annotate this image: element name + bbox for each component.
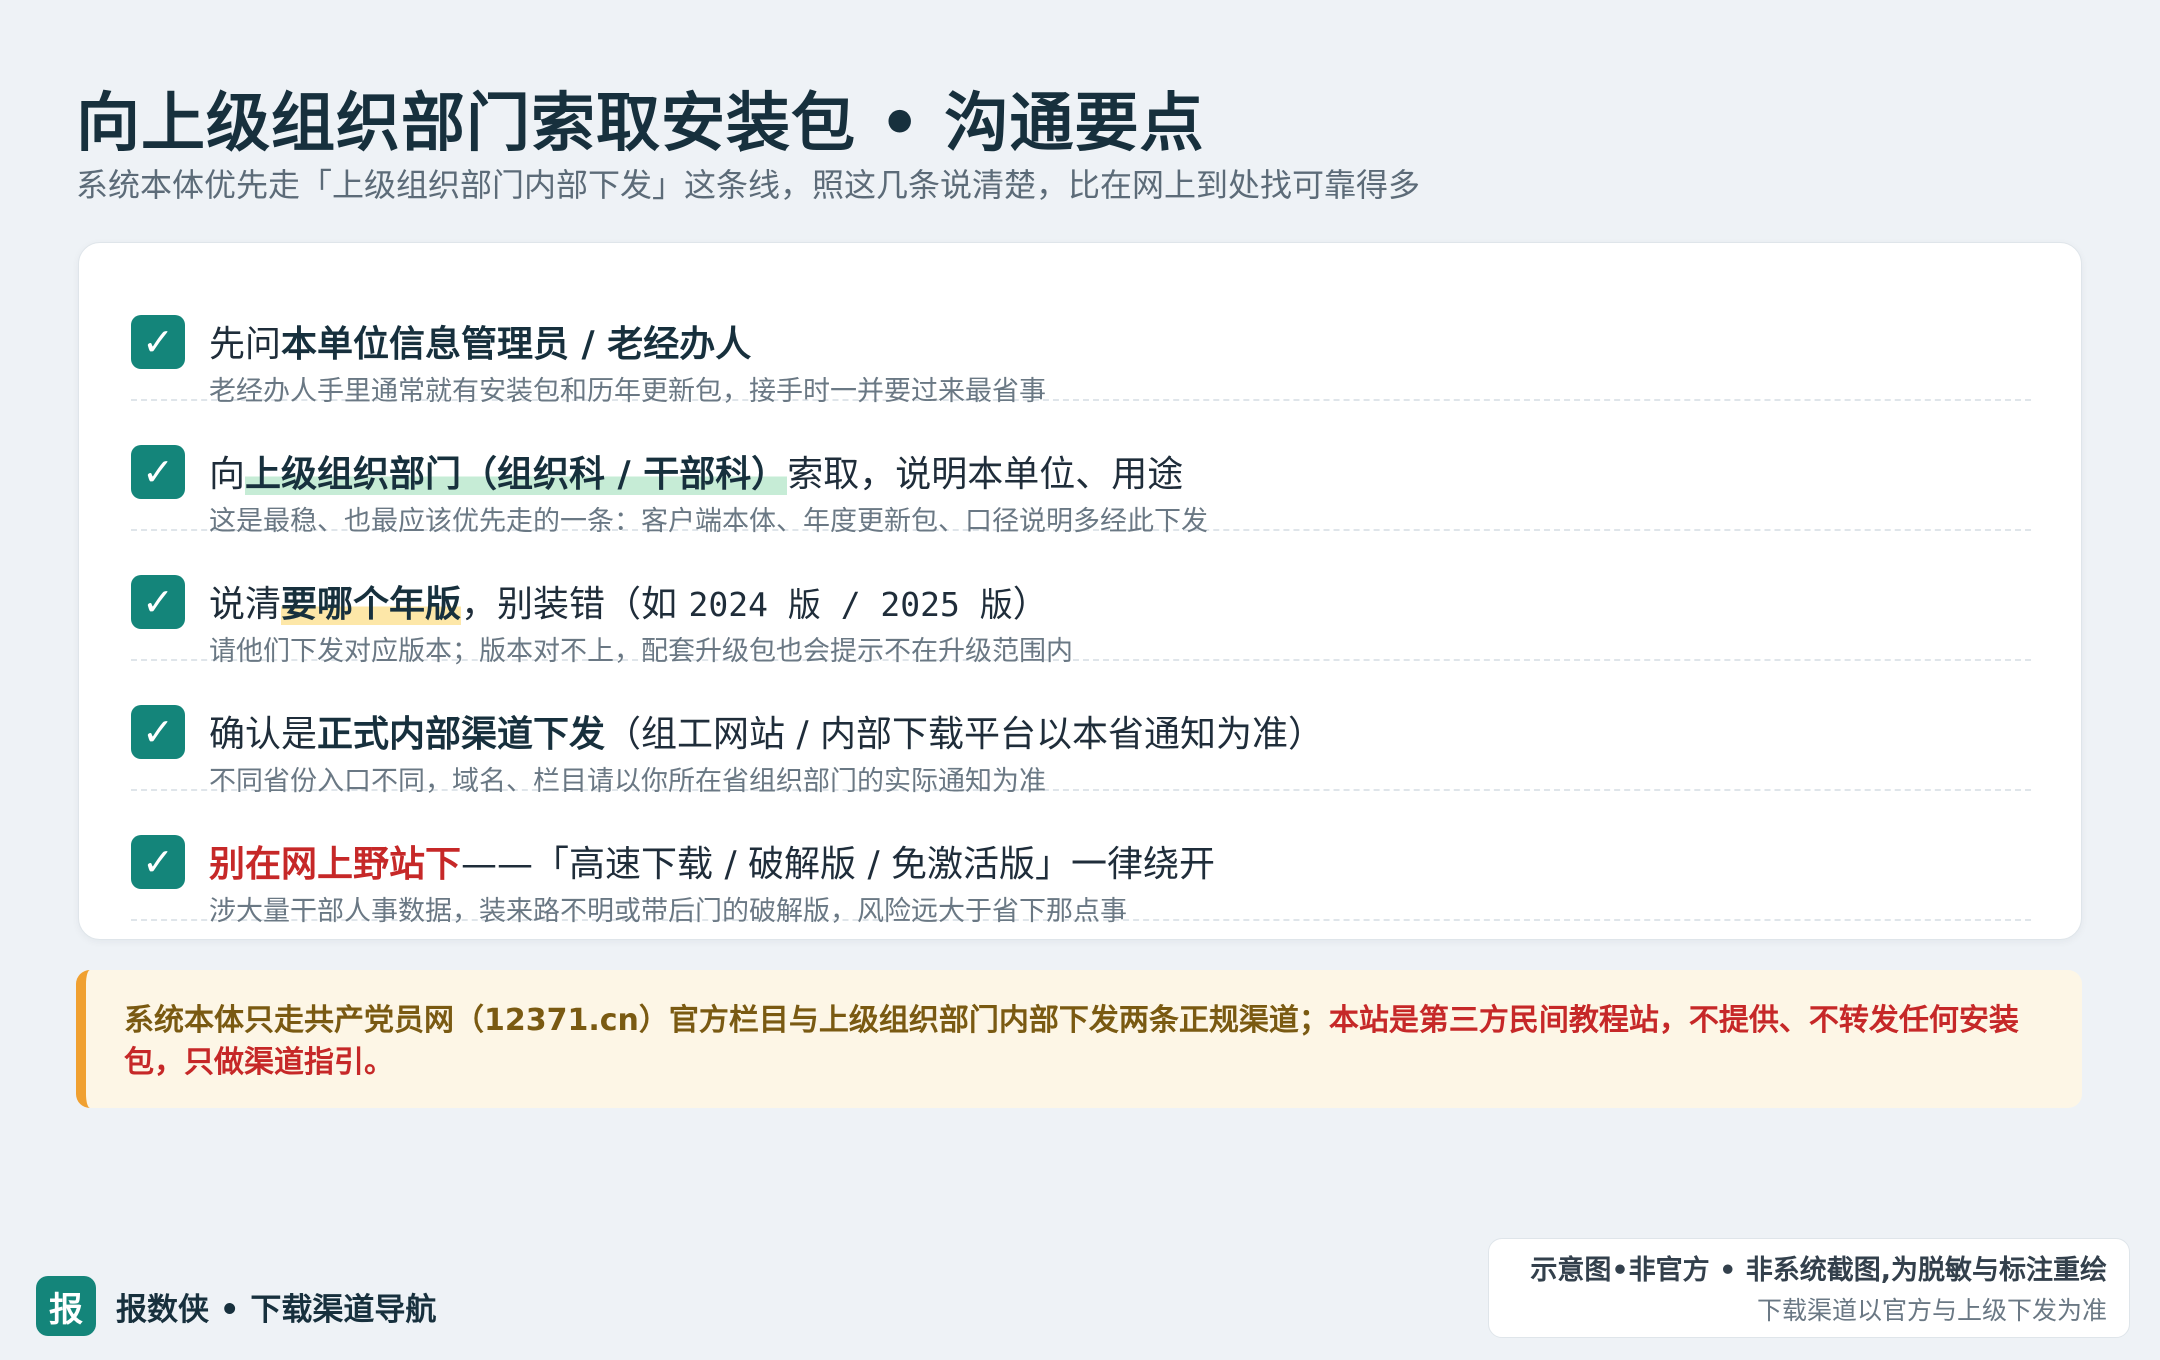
checklist-item: ✓ 先问本单位信息管理员 / 老经办人 老经办人手里通常就有安装包和历年更新包，…: [131, 271, 2031, 407]
disclaimer-main: 示意图•非官方 • 非系统截图,为脱敏与标注重绘: [1530, 1255, 2107, 1286]
warning-emphasis: 别在网上野站下: [209, 844, 462, 885]
brand-logo: 报 报数侠 • 下载渠道导航: [36, 1276, 436, 1336]
disclaimer-box: 示意图•非官方 • 非系统截图,为脱敏与标注重绘 下载渠道以官方与上级下发为准: [1488, 1238, 2130, 1338]
version-example: 2024 版 / 2025 版: [688, 585, 1013, 624]
item-title: 说清要哪个年版，别装错（如 2024 版 / 2025 版）: [209, 584, 1049, 625]
brand-name: 报数侠 • 下载渠道导航: [116, 1291, 437, 1328]
checkmark-icon: ✓: [131, 705, 185, 759]
item-title-emphasis: 本单位信息管理员 / 老经办人: [281, 324, 752, 365]
item-title: 确认是正式内部渠道下发（组工网站 / 内部下载平台以本省通知为准）: [209, 714, 1325, 755]
checklist-card: ✓ 先问本单位信息管理员 / 老经办人 老经办人手里通常就有安装包和历年更新包，…: [78, 242, 2082, 940]
item-title: 向上级组织部门（组织科 / 干部科）索取，说明本单位、用途: [209, 454, 1184, 495]
disclaimer-sub: 下载渠道以官方与上级下发为准: [1756, 1296, 2107, 1325]
page-title: 向上级组织部门索取安装包 • 沟通要点: [76, 87, 1205, 161]
notice-banner: 系统本体只走共产党员网（12371.cn）官方栏目与上级组织部门内部下发两条正规…: [76, 970, 2082, 1108]
checklist-item: ✓ 确认是正式内部渠道下发（组工网站 / 内部下载平台以本省通知为准） 不同省份…: [131, 661, 2031, 797]
item-title-emphasis: 要哪个年版: [281, 584, 462, 625]
page-subtitle: 系统本体优先走「上级组织部门内部下发」这条线，照这几条说清楚，比在网上到处找可靠…: [76, 166, 1421, 204]
item-title: 先问本单位信息管理员 / 老经办人: [209, 324, 752, 365]
item-title: 别在网上野站下——「高速下载 / 破解版 / 免激活版」一律绕开: [209, 844, 1216, 885]
checkmark-icon: ✓: [131, 315, 185, 369]
checkmark-icon: ✓: [131, 575, 185, 629]
checklist-item: ✓ 别在网上野站下——「高速下载 / 破解版 / 免激活版」一律绕开 涉大量干部…: [131, 791, 2031, 927]
checkmark-icon: ✓: [131, 835, 185, 889]
checkmark-icon: ✓: [131, 445, 185, 499]
item-title-emphasis: 正式内部渠道下发: [317, 714, 606, 755]
checklist-item: ✓ 向上级组织部门（组织科 / 干部科）索取，说明本单位、用途 这是最稳、也最应…: [131, 401, 2031, 537]
item-description: 涉大量干部人事数据，装来路不明或带后门的破解版，风险远大于省下那点事: [209, 896, 1127, 927]
notice-text: 系统本体只走共产党员网（12371.cn）官方栏目与上级组织部门内部下发两条正规…: [124, 1003, 1329, 1038]
item-title-emphasis: 上级组织部门（组织科 / 干部科）: [245, 454, 788, 495]
checklist-item: ✓ 说清要哪个年版，别装错（如 2024 版 / 2025 版） 请他们下发对应…: [131, 531, 2031, 667]
brand-badge-icon: 报: [36, 1276, 96, 1336]
